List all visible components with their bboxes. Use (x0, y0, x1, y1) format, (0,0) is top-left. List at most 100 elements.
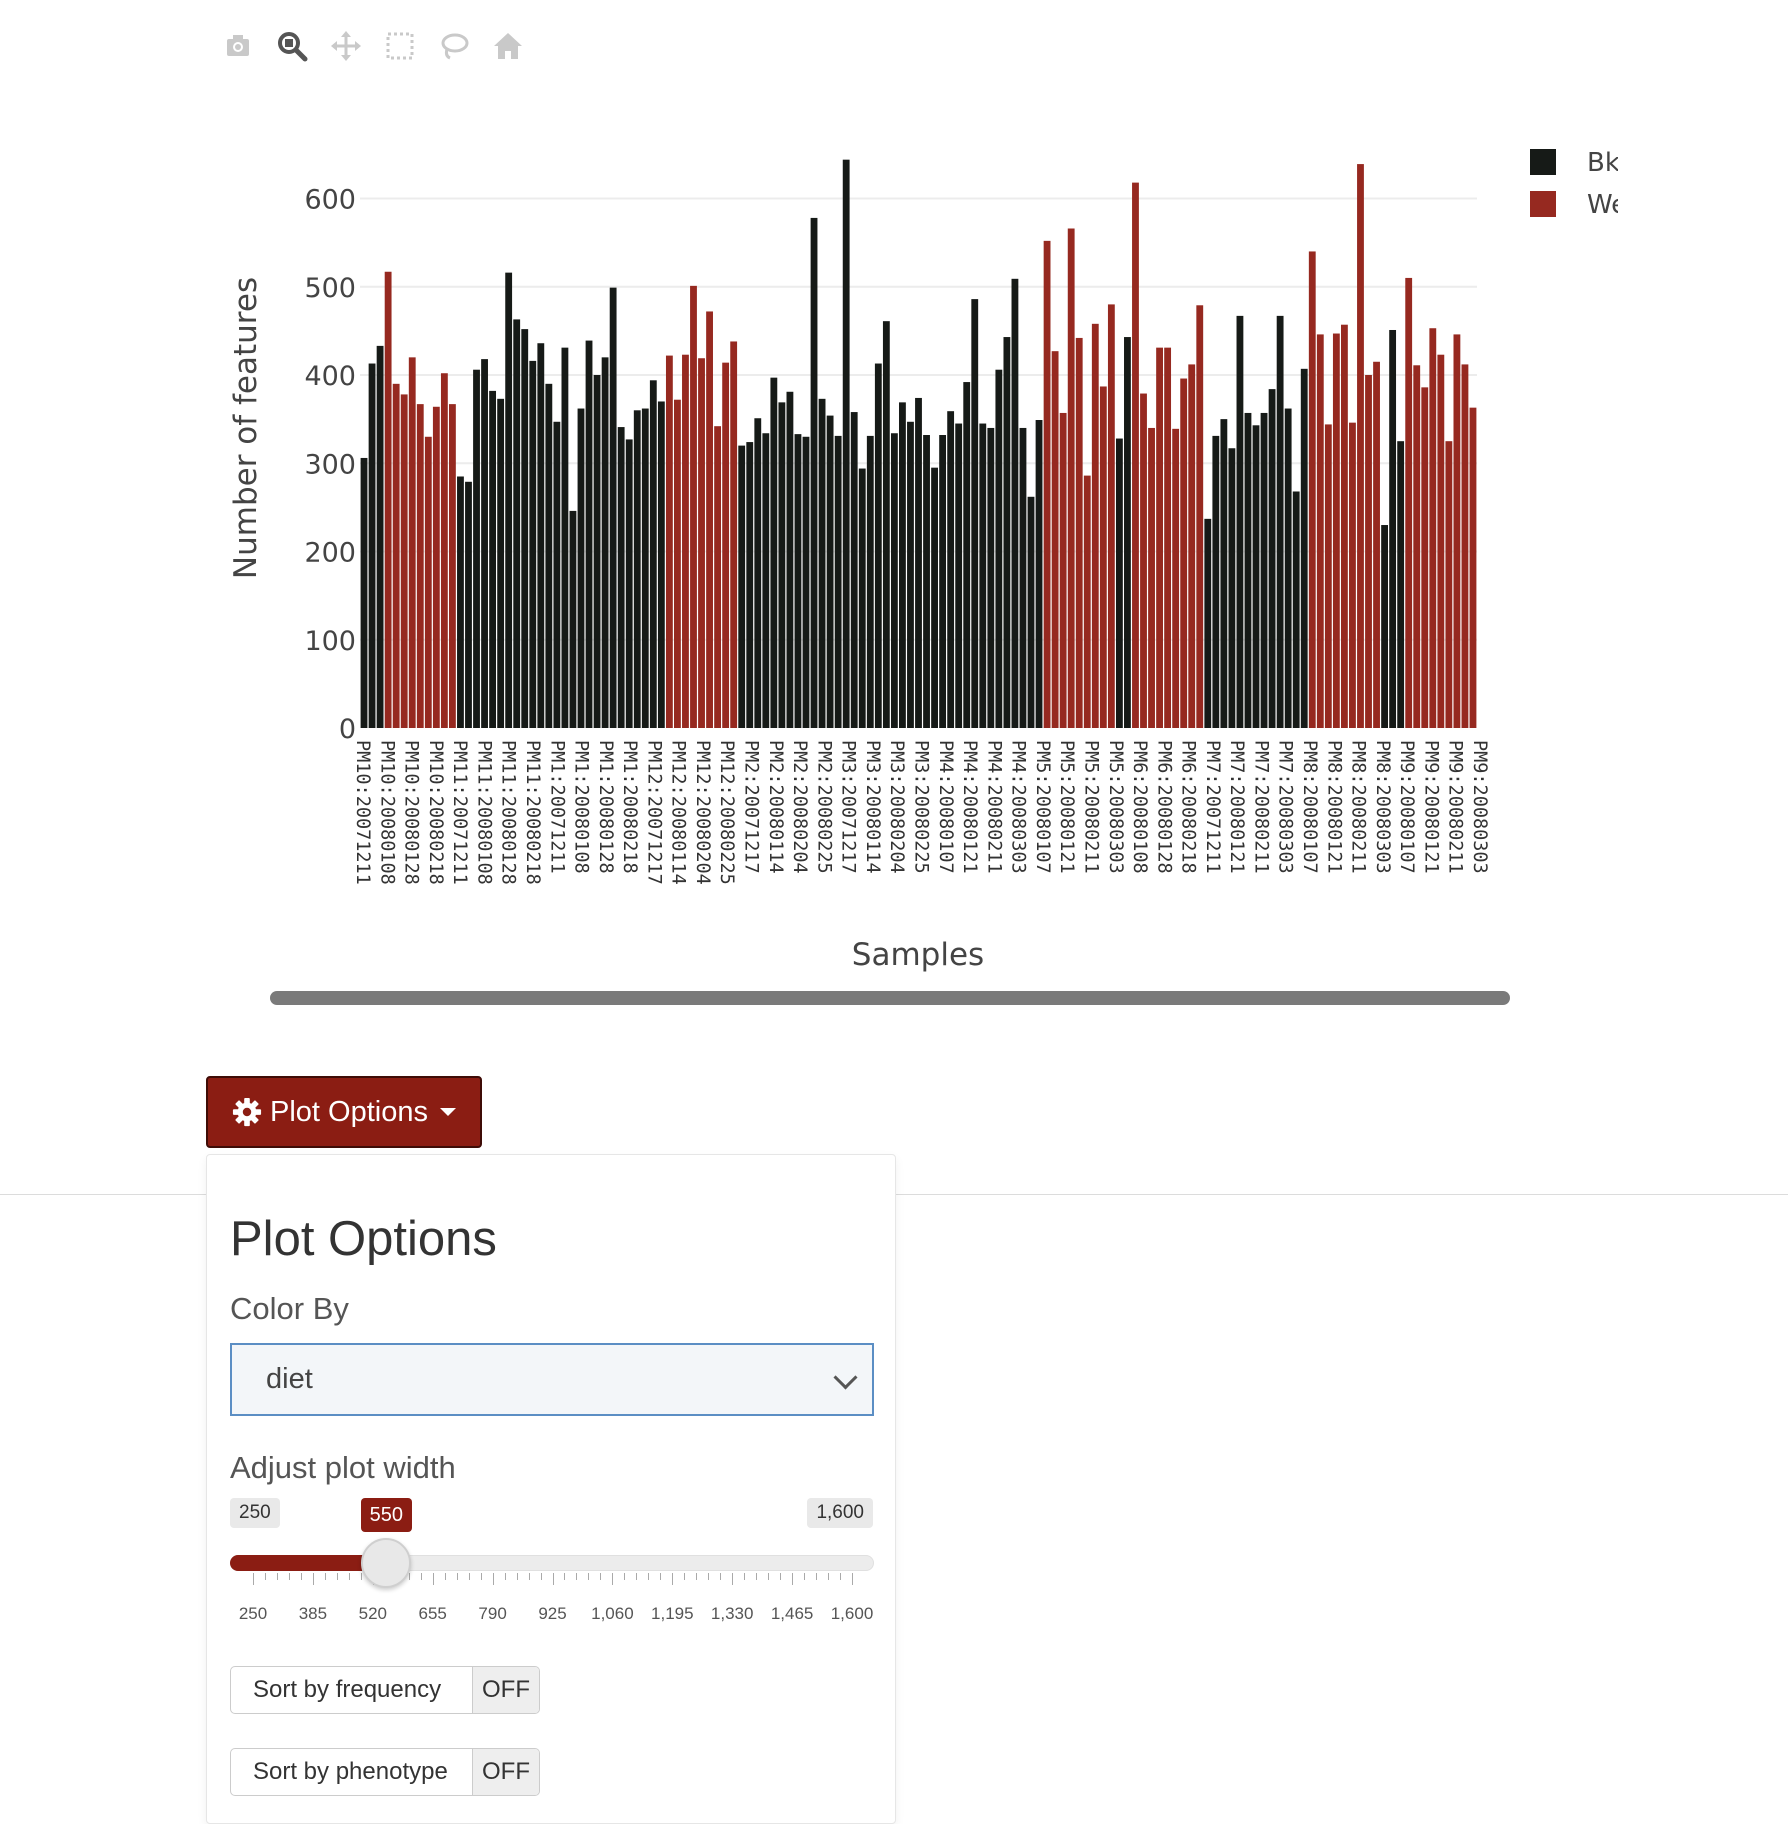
bar[interactable] (890, 433, 898, 728)
bar[interactable] (601, 357, 609, 728)
bar[interactable] (1373, 361, 1380, 728)
bar[interactable] (545, 383, 553, 728)
bar[interactable] (1083, 475, 1091, 728)
bar[interactable] (818, 398, 826, 728)
bar[interactable] (698, 358, 705, 728)
bar[interactable] (432, 406, 440, 728)
bar[interactable] (907, 421, 914, 728)
bar[interactable] (505, 272, 513, 728)
bar[interactable] (633, 410, 641, 728)
bar[interactable] (1196, 305, 1204, 728)
bar[interactable] (553, 421, 561, 728)
bar[interactable] (569, 510, 577, 728)
bar[interactable] (899, 402, 906, 728)
bar[interactable] (489, 390, 497, 728)
bar[interactable] (1236, 315, 1244, 728)
bar[interactable] (1397, 441, 1405, 728)
bar[interactable] (1051, 351, 1059, 728)
bar[interactable] (987, 427, 995, 728)
bar[interactable] (1349, 422, 1356, 728)
bar[interactable] (794, 434, 802, 728)
bar[interactable] (1316, 334, 1324, 728)
bar[interactable] (521, 329, 529, 728)
bar[interactable] (585, 340, 593, 728)
bar[interactable] (440, 373, 448, 728)
bar[interactable] (1284, 408, 1292, 728)
bar[interactable] (1115, 438, 1123, 728)
bar[interactable] (1027, 496, 1035, 728)
bar[interactable] (1188, 364, 1196, 728)
bar[interactable] (1340, 324, 1348, 728)
bar[interactable] (1220, 419, 1228, 728)
bar[interactable] (802, 436, 810, 728)
bar[interactable] (617, 427, 625, 728)
bar[interactable] (834, 435, 842, 728)
bar[interactable] (665, 355, 673, 728)
bar[interactable] (963, 382, 971, 728)
bar[interactable] (457, 476, 464, 728)
bar[interactable] (939, 435, 947, 728)
bar[interactable] (529, 360, 537, 728)
color-by-select[interactable]: diet (230, 1343, 874, 1416)
bar[interactable] (1381, 525, 1389, 728)
bar[interactable] (738, 445, 746, 728)
bar[interactable] (682, 354, 689, 728)
bar[interactable] (874, 363, 882, 728)
bar[interactable] (722, 362, 730, 728)
bar[interactable] (858, 468, 866, 728)
bar[interactable] (1252, 425, 1260, 728)
bar[interactable] (465, 481, 472, 728)
bar[interactable] (1453, 334, 1461, 728)
bar[interactable] (770, 377, 778, 728)
bar[interactable] (1268, 389, 1276, 728)
bar[interactable] (1019, 427, 1027, 728)
bar[interactable] (1461, 364, 1469, 728)
bar[interactable] (1124, 337, 1131, 728)
bar[interactable] (971, 299, 979, 728)
bar[interactable] (376, 345, 384, 728)
bar[interactable] (577, 408, 585, 728)
bar[interactable] (1324, 424, 1332, 728)
bar[interactable] (754, 418, 762, 728)
bar[interactable] (1413, 365, 1421, 728)
bar[interactable] (931, 467, 938, 728)
bar[interactable] (866, 435, 874, 728)
bar[interactable] (810, 217, 818, 729)
bar[interactable] (1099, 386, 1107, 728)
bar[interactable] (730, 341, 738, 728)
bar[interactable] (690, 285, 697, 728)
bar[interactable] (641, 408, 649, 728)
bar[interactable] (513, 319, 521, 728)
bar[interactable] (1067, 228, 1075, 728)
bar[interactable] (416, 404, 424, 728)
bar[interactable] (561, 347, 569, 728)
bar[interactable] (882, 321, 890, 728)
bar[interactable] (1035, 420, 1043, 728)
bar[interactable] (1405, 277, 1413, 728)
bar[interactable] (915, 397, 922, 728)
bar[interactable] (1148, 427, 1155, 728)
horizontal-scrollbar[interactable] (270, 991, 1510, 1005)
bar[interactable] (1043, 240, 1051, 729)
bar[interactable] (1059, 412, 1067, 728)
bar[interactable] (1332, 333, 1340, 728)
bar[interactable] (1172, 428, 1180, 728)
bar[interactable] (1389, 329, 1397, 728)
bar[interactable] (537, 343, 545, 728)
bar[interactable] (408, 357, 416, 728)
bar[interactable] (850, 412, 858, 728)
bar[interactable] (955, 423, 963, 728)
bar[interactable] (1357, 164, 1364, 728)
bar[interactable] (995, 369, 1003, 728)
bar[interactable] (1292, 491, 1300, 728)
bar[interactable] (1091, 323, 1099, 728)
bar[interactable] (593, 375, 601, 728)
bar[interactable] (609, 287, 617, 728)
bar[interactable] (979, 423, 987, 728)
bar[interactable] (706, 311, 713, 728)
sort-by-phenotype-toggle[interactable]: Sort by phenotype OFF (230, 1748, 540, 1796)
bar[interactable] (923, 435, 930, 728)
bar[interactable] (1260, 412, 1268, 728)
bar[interactable] (497, 398, 505, 728)
bar[interactable] (392, 383, 400, 728)
